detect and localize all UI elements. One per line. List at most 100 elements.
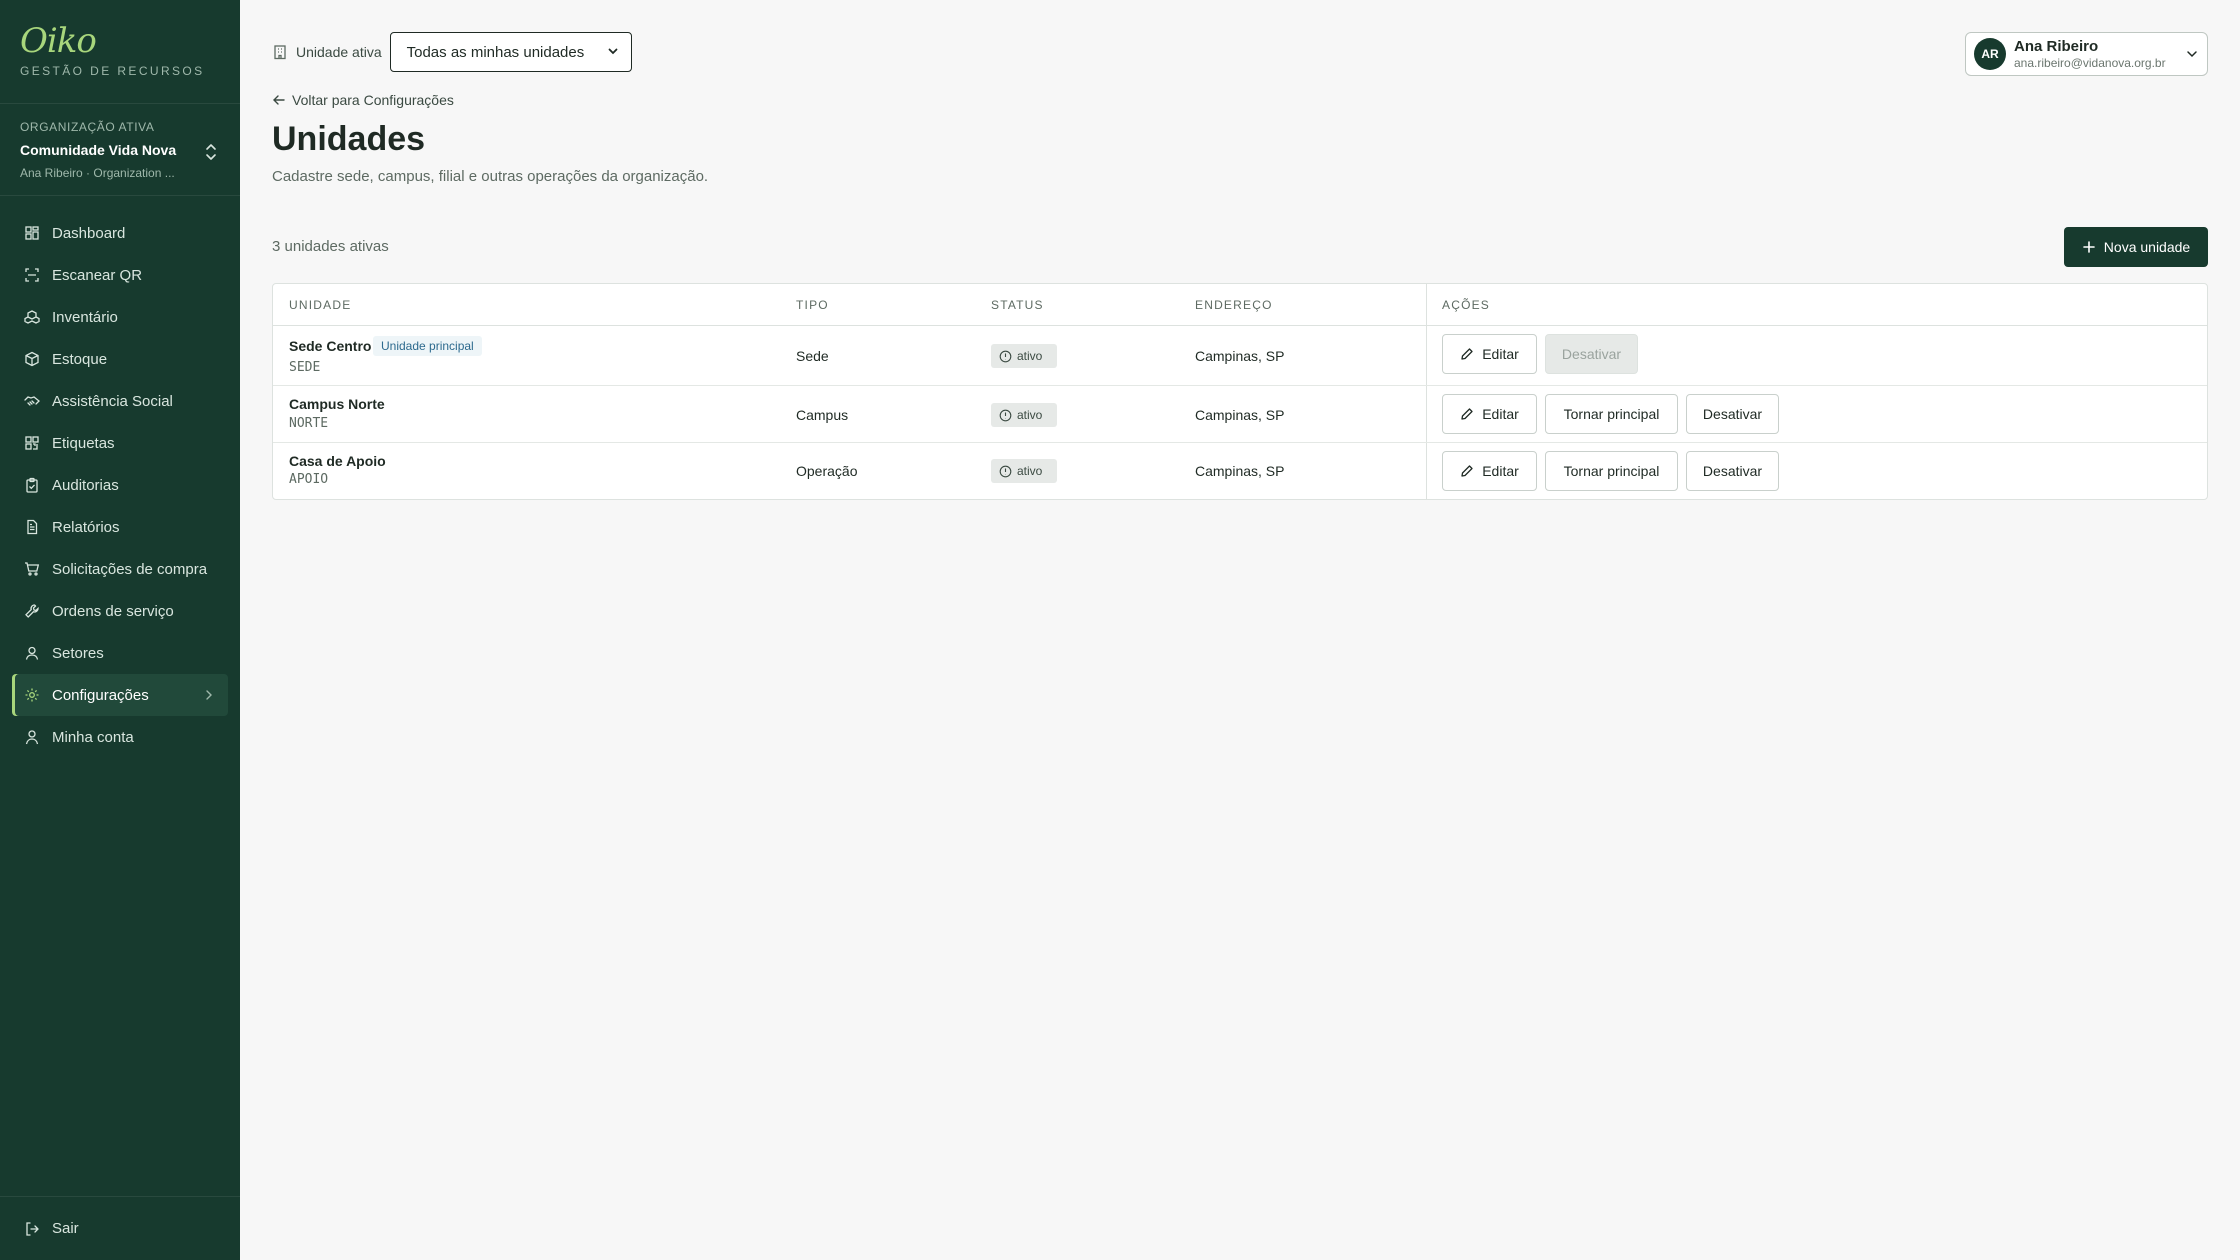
page-title: Unidades	[272, 120, 426, 158]
sidebar-item-label: Auditorias	[52, 476, 119, 494]
deactivate-button[interactable]: Desativar	[1686, 451, 1779, 491]
edit-button[interactable]: Editar	[1442, 451, 1537, 491]
unit-address: Campinas, SP	[1195, 348, 1285, 364]
package-icon	[24, 351, 40, 367]
sidebar-item-solicitacoes-de-compra[interactable]: Solicitações de compra	[12, 548, 228, 590]
organization-name: Comunidade Vida Nova	[20, 142, 177, 158]
handshake-icon	[24, 393, 40, 409]
unit-type: Sede	[796, 348, 829, 364]
column-header-acoes: AÇÕES	[1442, 298, 1491, 312]
status-badge: ativo	[991, 344, 1057, 368]
deactivate-button[interactable]: Desativar	[1686, 394, 1779, 434]
sidebar-item-label: Relatórios	[52, 518, 120, 536]
deactivate-label: Desativar	[1561, 346, 1622, 362]
unit-select-value: Todas as minhas unidades	[406, 43, 585, 61]
chevron-right-icon	[204, 688, 214, 705]
logout-button[interactable]: Sair	[0, 1196, 240, 1260]
main-content: Unidade ativa Todas as minhas unidades A…	[240, 0, 2240, 1260]
edit-button[interactable]: Editar	[1442, 334, 1537, 374]
table-row: Sede Centro Unidade principal SEDE Sede …	[273, 326, 2207, 386]
info-circle-icon	[999, 465, 1012, 478]
brand-subtitle: GESTÃO DE RECURSOS	[20, 64, 205, 78]
unit-type: Campus	[796, 407, 849, 423]
unit-name: Campus Norte	[289, 396, 385, 412]
back-link-label: Voltar para Configurações	[292, 92, 454, 108]
sidebar-item-label: Solicitações de compra	[52, 560, 208, 578]
logout-icon	[24, 1221, 40, 1237]
sidebar-item-label: Minha conta	[52, 728, 134, 746]
make-principal-button[interactable]: Tornar principal	[1545, 451, 1678, 491]
unit-code: SEDE	[289, 360, 321, 375]
plus-icon	[2082, 240, 2096, 254]
back-to-settings-link[interactable]: Voltar para Configurações	[272, 92, 454, 108]
unit-select[interactable]: Todas as minhas unidades	[389, 32, 632, 72]
gear-icon	[24, 687, 40, 703]
sidebar-item-auditorias[interactable]: Auditorias	[12, 464, 228, 506]
sidebar-item-minha-conta[interactable]: Minha conta	[12, 716, 228, 758]
grid-icon	[24, 225, 40, 241]
sidebar-item-etiquetas[interactable]: Etiquetas	[12, 422, 228, 464]
user-info: Ana Ribeiro ana.ribeiro@vidanova.org.br	[2014, 38, 2185, 70]
sidebar-item-configuracoes[interactable]: Configurações	[12, 674, 228, 716]
sidebar-item-label: Inventário	[52, 308, 118, 326]
sidebar-item-setores[interactable]: Setores	[12, 632, 228, 674]
page-subtitle: Cadastre sede, campus, filial e outras o…	[272, 168, 709, 185]
sidebar-item-ordens-de-servico[interactable]: Ordens de serviço	[12, 590, 228, 632]
sidebar-item-label: Configurações	[52, 686, 149, 704]
unit-address: Campinas, SP	[1195, 463, 1285, 479]
users-icon	[24, 645, 40, 661]
sidebar: Oiko GESTÃO DE RECURSOS ORGANIZAÇÃO ATIV…	[0, 0, 240, 1260]
chevron-down-icon	[607, 44, 619, 61]
pencil-icon	[1460, 464, 1474, 478]
sidebar-item-dashboard[interactable]: Dashboard	[12, 212, 228, 254]
sidebar-item-scan-qr[interactable]: Escanear QR	[12, 254, 228, 296]
status-label: ativo	[1017, 408, 1043, 422]
user-menu[interactable]: AR Ana Ribeiro ana.ribeiro@vidanova.org.…	[1965, 32, 2208, 76]
deactivate-label: Desativar	[1702, 463, 1763, 479]
topbar: Unidade ativa Todas as minhas unidades	[272, 32, 632, 72]
edit-button[interactable]: Editar	[1442, 394, 1537, 434]
brand: Oiko GESTÃO DE RECURSOS	[0, 0, 240, 104]
edit-label: Editar	[1482, 346, 1519, 362]
sidebar-item-inventario[interactable]: Inventário	[12, 296, 228, 338]
clipboard-icon	[24, 477, 40, 493]
info-circle-icon	[999, 350, 1012, 363]
new-unit-button[interactable]: Nova unidade	[2064, 227, 2208, 267]
organization-switcher[interactable]: ORGANIZAÇÃO ATIVA Comunidade Vida Nova A…	[0, 104, 240, 196]
unit-name: Sede Centro	[289, 338, 372, 354]
cart-icon	[24, 561, 40, 577]
status-label: ativo	[1017, 349, 1043, 363]
principal-badge: Unidade principal	[373, 336, 482, 356]
sidebar-nav: Dashboard Escanear QR Inventário Estoque…	[0, 196, 240, 758]
sidebar-item-label: Escanear QR	[52, 266, 143, 284]
user-name: Ana Ribeiro	[2014, 38, 2099, 55]
chevrons-up-down-icon[interactable]	[204, 142, 218, 162]
sidebar-item-estoque[interactable]: Estoque	[12, 338, 228, 380]
logo[interactable]: Oiko	[20, 22, 220, 60]
column-header-tipo: TIPO	[796, 298, 829, 312]
sidebar-item-label: Ordens de serviço	[52, 602, 174, 620]
info-circle-icon	[999, 409, 1012, 422]
pencil-icon	[1460, 407, 1474, 421]
make-principal-button[interactable]: Tornar principal	[1545, 394, 1678, 434]
sidebar-item-label: Setores	[52, 644, 104, 662]
boxes-icon	[24, 309, 40, 325]
sidebar-item-relatorios[interactable]: Relatórios	[12, 506, 228, 548]
table-row: Casa de Apoio APOIO Operação ativo Campi…	[273, 443, 2207, 500]
sidebar-item-label: Estoque	[52, 350, 108, 368]
sidebar-item-assistencia-social[interactable]: Assistência Social	[12, 380, 228, 422]
table-row: Campus Norte NORTE Campus ativo Campinas…	[273, 386, 2207, 443]
user-email: ana.ribeiro@vidanova.org.br	[2014, 56, 2166, 70]
sidebar-item-label: Assistência Social	[52, 392, 173, 410]
column-header-status: STATUS	[991, 298, 1044, 312]
organization-label: ORGANIZAÇÃO ATIVA	[20, 120, 155, 134]
pencil-icon	[1460, 347, 1474, 361]
unit-type: Operação	[796, 463, 858, 479]
column-header-unidade: UNIDADE	[289, 298, 352, 312]
deactivate-button: Desativar	[1545, 334, 1638, 374]
new-unit-label: Nova unidade	[2103, 239, 2191, 255]
arrow-left-icon	[272, 93, 286, 107]
column-header-endereco: ENDEREÇO	[1195, 298, 1273, 312]
logout-label: Sair	[52, 1220, 79, 1237]
edit-label: Editar	[1482, 463, 1519, 479]
